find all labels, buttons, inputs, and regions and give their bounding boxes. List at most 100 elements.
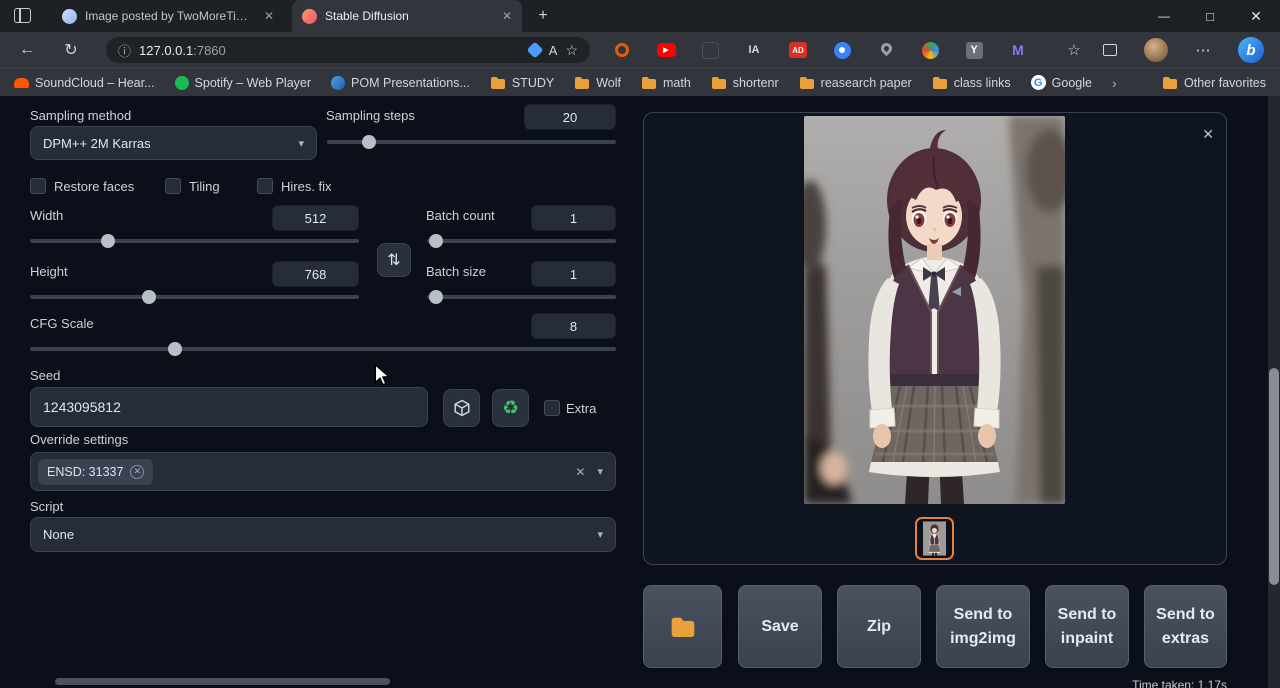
bookmark-label: Google	[1052, 76, 1092, 90]
slider-handle[interactable]	[362, 135, 376, 149]
url-text: 127.0.0.1:7860	[139, 43, 226, 58]
send-to-inpaint-button[interactable]: Send to inpaint	[1045, 585, 1129, 668]
extension-adblock-icon[interactable]: AD	[788, 40, 808, 60]
height-label: Height	[30, 264, 68, 279]
extension-m-icon[interactable]: M	[1008, 40, 1028, 60]
batch-count-value[interactable]: 1	[531, 205, 616, 231]
address-bar[interactable]: ⓘ 127.0.0.1:7860 A ☆	[106, 37, 590, 63]
tab-actions-icon[interactable]	[14, 8, 31, 23]
bookmark-folder-shortenr[interactable]: shortenr	[711, 76, 779, 90]
bookmark-folder-wolf[interactable]: Wolf	[574, 76, 621, 90]
browser-tab-active[interactable]: Stable Diffusion ✕	[292, 0, 522, 32]
cfg-scale-value[interactable]: 8	[531, 313, 616, 339]
bookmark-spotify[interactable]: Spotify – Web Player	[175, 76, 312, 90]
clear-all-icon[interactable]: ✕	[575, 465, 585, 479]
extension-dark-icon[interactable]	[700, 40, 720, 60]
zip-button[interactable]: Zip	[837, 585, 921, 668]
save-button[interactable]: Save	[738, 585, 822, 668]
generated-image[interactable]	[804, 116, 1065, 504]
chip-remove-icon[interactable]: ✕	[130, 465, 144, 479]
slider-handle[interactable]	[429, 290, 443, 304]
hires-fix-checkbox[interactable]	[257, 178, 273, 194]
batch-size-value[interactable]: 1	[531, 261, 616, 287]
refresh-icon[interactable]: ↻	[61, 40, 81, 60]
slider-handle[interactable]	[142, 290, 156, 304]
reuse-seed-button[interactable]: ♻	[492, 389, 529, 427]
bookmark-google[interactable]: G Google	[1031, 75, 1092, 90]
seed-input[interactable]	[30, 387, 428, 427]
extension-blue-circle-icon[interactable]	[832, 40, 852, 60]
folder-icon	[932, 76, 948, 89]
slider-handle[interactable]	[101, 234, 115, 248]
bookmark-folder-study[interactable]: STUDY	[490, 76, 554, 90]
width-slider[interactable]	[30, 239, 359, 243]
tab-close-icon[interactable]: ✕	[264, 9, 274, 23]
bookmark-folder-research-paper[interactable]: reasearch paper	[799, 76, 912, 90]
add-favorite-star-icon[interactable]: ☆	[565, 42, 578, 59]
bookmark-label: Wolf	[596, 76, 621, 90]
height-slider[interactable]	[30, 295, 359, 299]
extension-internet-archive-icon[interactable]: IA	[744, 40, 764, 60]
tab-close-icon[interactable]: ✕	[502, 9, 512, 23]
extension-orange-ring-icon[interactable]	[612, 40, 632, 60]
random-seed-button[interactable]	[443, 389, 480, 427]
open-folder-button[interactable]	[643, 585, 722, 668]
vertical-scrollbar-track[interactable]	[1268, 96, 1280, 688]
send-to-img2img-button[interactable]: Send to img2img	[936, 585, 1030, 668]
vertical-scrollbar-thumb[interactable]	[1269, 368, 1279, 585]
favorites-bar-icon[interactable]: ☆	[1064, 40, 1084, 60]
batch-size-slider[interactable]	[427, 295, 616, 299]
read-aloud-icon[interactable]: A	[549, 43, 558, 58]
restore-faces-label: Restore faces	[54, 179, 134, 194]
tiling-checkbox[interactable]	[165, 178, 181, 194]
cfg-scale-slider[interactable]	[30, 347, 616, 351]
gallery-thumbnail-selected[interactable]	[915, 517, 954, 560]
script-dropdown[interactable]: None ▾	[30, 517, 616, 552]
sampling-steps-value[interactable]: 20	[524, 104, 616, 130]
settings-menu-icon[interactable]: ⋯	[1193, 40, 1213, 60]
back-icon[interactable]: ←	[17, 40, 37, 60]
bookmark-pom[interactable]: POM Presentations...	[331, 76, 470, 90]
extension-colorful-icon[interactable]	[920, 40, 940, 60]
override-settings-field[interactable]: ENSD: 31337 ✕ ✕ ▾	[30, 452, 616, 491]
extension-y-icon[interactable]: Y	[964, 40, 984, 60]
other-favorites-button[interactable]: Other favorites	[1162, 76, 1266, 90]
tab-title: Image posted by TwoMoreTimes...	[85, 9, 256, 23]
extra-seed-checkbox[interactable]	[544, 400, 560, 416]
batch-count-slider[interactable]	[427, 239, 616, 243]
browser-tab-inactive[interactable]: Image posted by TwoMoreTimes... ✕	[52, 0, 284, 32]
override-setting-chip[interactable]: ENSD: 31337 ✕	[38, 459, 153, 485]
new-tab-button[interactable]: +	[532, 6, 554, 26]
stable-diffusion-page: Sampling method Sampling steps 20 DPM++ …	[0, 96, 1280, 688]
bookmark-label: POM Presentations...	[351, 76, 470, 90]
ad-badge: AD	[789, 42, 807, 58]
bookmarks-overflow-chevron-icon[interactable]: ›	[1112, 75, 1117, 91]
url-host: 127.0.0.1	[139, 43, 193, 58]
bookmark-soundcloud[interactable]: SoundCloud – Hear...	[14, 76, 155, 90]
horizontal-scrollbar-thumb[interactable]	[55, 678, 390, 685]
profile-avatar[interactable]	[1144, 38, 1168, 62]
swap-dimensions-button[interactable]: ⇅	[377, 243, 411, 277]
restore-faces-checkbox[interactable]	[30, 178, 46, 194]
height-value[interactable]: 768	[272, 261, 359, 287]
slider-handle[interactable]	[429, 234, 443, 248]
slider-handle[interactable]	[168, 342, 182, 356]
site-info-icon[interactable]: ⓘ	[118, 41, 131, 60]
bookmark-folder-class-links[interactable]: class links	[932, 76, 1011, 90]
extension-location-pin-icon[interactable]	[876, 40, 896, 60]
extension-youtube-icon[interactable]: ▶	[656, 40, 676, 60]
gallery-close-icon[interactable]: ✕	[1202, 126, 1214, 143]
sampling-method-dropdown[interactable]: DPM++ 2M Karras ▾	[30, 126, 317, 160]
window-minimize-button[interactable]: —	[1141, 0, 1187, 32]
copilot-icon[interactable]: b	[1238, 37, 1264, 63]
bookmark-folder-math[interactable]: math	[641, 76, 691, 90]
window-close-button[interactable]: ✕	[1233, 0, 1279, 32]
width-value[interactable]: 512	[272, 205, 359, 231]
soundcloud-icon	[14, 78, 29, 88]
collections-icon[interactable]	[1100, 40, 1120, 60]
window-maximize-button[interactable]: □	[1187, 0, 1233, 32]
chevron-down-icon[interactable]: ▾	[597, 465, 603, 478]
send-to-extras-button[interactable]: Send to extras	[1144, 585, 1227, 668]
sampling-steps-slider[interactable]	[327, 140, 616, 144]
shopping-tag-icon[interactable]	[526, 42, 543, 59]
